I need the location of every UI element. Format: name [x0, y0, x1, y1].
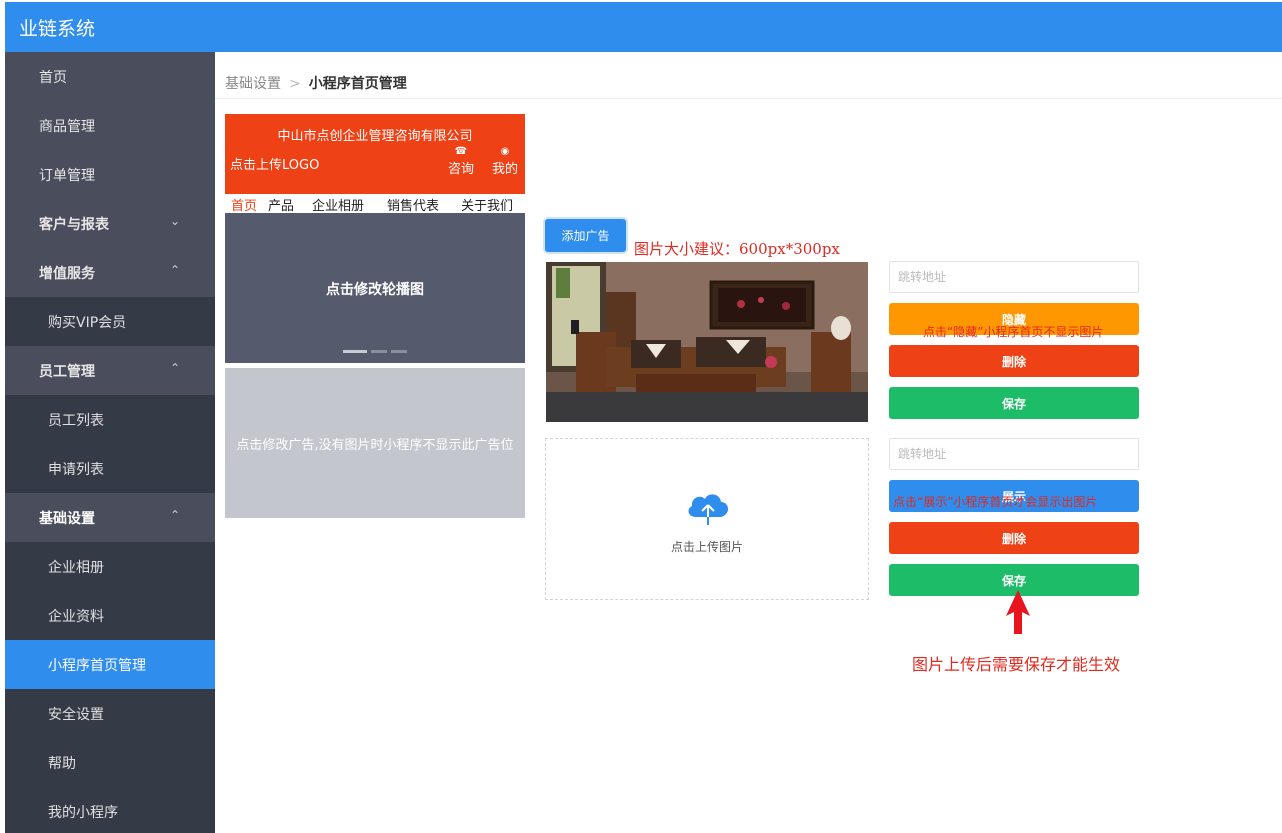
- chevron-up-icon: ⌃: [170, 361, 181, 375]
- sidebar-item-label: 基础设置: [39, 511, 95, 527]
- carousel-dot: [343, 350, 367, 353]
- breadcrumb-separator: >: [289, 76, 301, 92]
- app-title: 业链系统: [19, 18, 96, 40]
- sidebar-item-label: 申请列表: [48, 462, 104, 478]
- living-room-image: [546, 262, 868, 422]
- delete-button-label: 删除: [1001, 532, 1026, 546]
- divider: [215, 98, 1282, 99]
- delete-button-label: 删除: [1001, 355, 1026, 369]
- sidebar-item-label: 小程序首页管理: [48, 658, 146, 674]
- sidebar-item-label: 我的小程序: [48, 805, 118, 821]
- arrow-up-icon: [1006, 590, 1030, 634]
- top-header: 业链系统: [5, 2, 1282, 52]
- preview-nav: 首页 产品 企业相册 销售代表 关于我们: [225, 194, 525, 214]
- preview-nav-products[interactable]: 产品: [268, 195, 294, 214]
- carousel-edit-text: 点击修改轮播图: [326, 282, 424, 298]
- sidebar-item-label: 安全设置: [48, 707, 104, 723]
- sidebar-item-orders[interactable]: 订单管理: [5, 150, 215, 199]
- carousel-dot: [371, 350, 387, 353]
- ad-image-1[interactable]: [546, 262, 868, 422]
- sidebar-item-my-miniapp[interactable]: 我的小程序: [5, 787, 215, 833]
- sidebar-item-label: 商品管理: [39, 119, 95, 135]
- preview-ad-slot[interactable]: 点击修改广告,没有图片时小程序不显示此广告位: [225, 368, 525, 518]
- preview-consult[interactable]: ☎ 咨询: [446, 146, 476, 177]
- chevron-down-icon: ⌄: [170, 214, 181, 228]
- sidebar-item-label: 首页: [39, 70, 67, 86]
- sidebar-item-help[interactable]: 帮助: [5, 738, 215, 787]
- add-ad-button[interactable]: 添加广告: [545, 219, 626, 252]
- breadcrumb: 基础设置 > 小程序首页管理: [225, 73, 407, 93]
- upload-image-text: 点击上传图片: [670, 540, 743, 554]
- image-size-tip: 图片大小建议：600px*300px: [634, 240, 840, 258]
- chevron-up-icon: ⌃: [170, 508, 181, 522]
- sidebar-item-applications[interactable]: 申请列表: [5, 444, 215, 493]
- user-icon: ◉: [500, 146, 510, 157]
- save-tip: 图片上传后需要保存才能生效: [912, 655, 1121, 674]
- preview-mine-label: 我的: [491, 162, 518, 177]
- preview-nav-home[interactable]: 首页: [231, 195, 257, 214]
- save-button-label: 保存: [1001, 397, 1026, 411]
- jump-url-input-2[interactable]: [889, 438, 1139, 470]
- sidebar-item-value-added[interactable]: 增值服务 ⌃: [5, 248, 215, 297]
- delete-button-2[interactable]: 删除: [889, 522, 1139, 554]
- sidebar-item-label: 帮助: [48, 756, 76, 772]
- sidebar-item-label: 订单管理: [39, 168, 95, 184]
- sidebar-item-label: 购买VIP会员: [48, 315, 127, 331]
- save-button-label: 保存: [1001, 574, 1026, 588]
- sidebar-item-home[interactable]: 首页: [5, 52, 215, 101]
- carousel-dot: [391, 350, 407, 353]
- sidebar-item-label: 企业相册: [48, 560, 104, 576]
- sidebar-item-staff-list[interactable]: 员工列表: [5, 395, 215, 444]
- breadcrumb-current: 小程序首页管理: [308, 76, 407, 92]
- jump-url-input-1[interactable]: [889, 261, 1139, 293]
- sidebar-item-security[interactable]: 安全设置: [5, 689, 215, 738]
- preview-mine[interactable]: ◉ 我的: [490, 146, 520, 177]
- sidebar: 首页 商品管理 订单管理 客户与报表 ⌄ 增值服务 ⌃ 购买VIP会员 员工管理 ⌃ …: [5, 52, 215, 833]
- sidebar-item-staff[interactable]: 员工管理 ⌃: [5, 346, 215, 395]
- preview-nav-sales[interactable]: 销售代表: [387, 195, 439, 214]
- sidebar-item-company-info[interactable]: 企业资料: [5, 591, 215, 640]
- sidebar-item-basic-settings[interactable]: 基础设置 ⌃: [5, 493, 215, 542]
- preview-nav-album[interactable]: 企业相册: [312, 195, 364, 214]
- delete-button-1[interactable]: 删除: [889, 345, 1139, 377]
- preview-carousel[interactable]: 点击修改轮播图: [225, 213, 525, 363]
- phone-icon: ☎: [454, 146, 468, 157]
- chevron-up-icon: ⌃: [170, 263, 181, 277]
- sidebar-item-album[interactable]: 企业相册: [5, 542, 215, 591]
- upload-logo-link[interactable]: 点击上传LOGO: [230, 154, 319, 173]
- sidebar-item-label: 员工列表: [48, 413, 104, 429]
- sidebar-item-label: 企业资料: [48, 609, 104, 625]
- sidebar-item-label: 客户与报表: [39, 217, 109, 233]
- preview-company-name: 中山市点创企业管理咨询有限公司: [277, 129, 473, 144]
- hide-note: 点击“隐藏”小程序首页不显示图片: [923, 325, 1104, 339]
- breadcrumb-parent[interactable]: 基础设置: [225, 76, 281, 92]
- preview-consult-label: 咨询: [447, 162, 474, 177]
- sidebar-item-label: 员工管理: [39, 364, 95, 380]
- cloud-upload-icon: [688, 494, 729, 525]
- sidebar-item-products[interactable]: 商品管理: [5, 101, 215, 150]
- show-note: 点击“展示”小程序首页才会显示出图片: [893, 495, 1098, 509]
- preview-header: 中山市点创企业管理咨询有限公司 点击上传LOGO ☎ 咨询 ◉ 我的: [225, 114, 525, 194]
- sidebar-item-buy-vip[interactable]: 购买VIP会员: [5, 297, 215, 346]
- sidebar-item-customers[interactable]: 客户与报表 ⌄: [5, 199, 215, 248]
- preview-nav-about[interactable]: 关于我们: [461, 195, 513, 214]
- upload-image-box[interactable]: 点击上传图片: [545, 438, 869, 600]
- save-button-1[interactable]: 保存: [889, 387, 1139, 419]
- sidebar-item-label: 增值服务: [39, 266, 95, 282]
- ad-edit-text: 点击修改广告,没有图片时小程序不显示此广告位: [236, 438, 514, 453]
- sidebar-item-miniapp-home[interactable]: 小程序首页管理: [5, 640, 215, 689]
